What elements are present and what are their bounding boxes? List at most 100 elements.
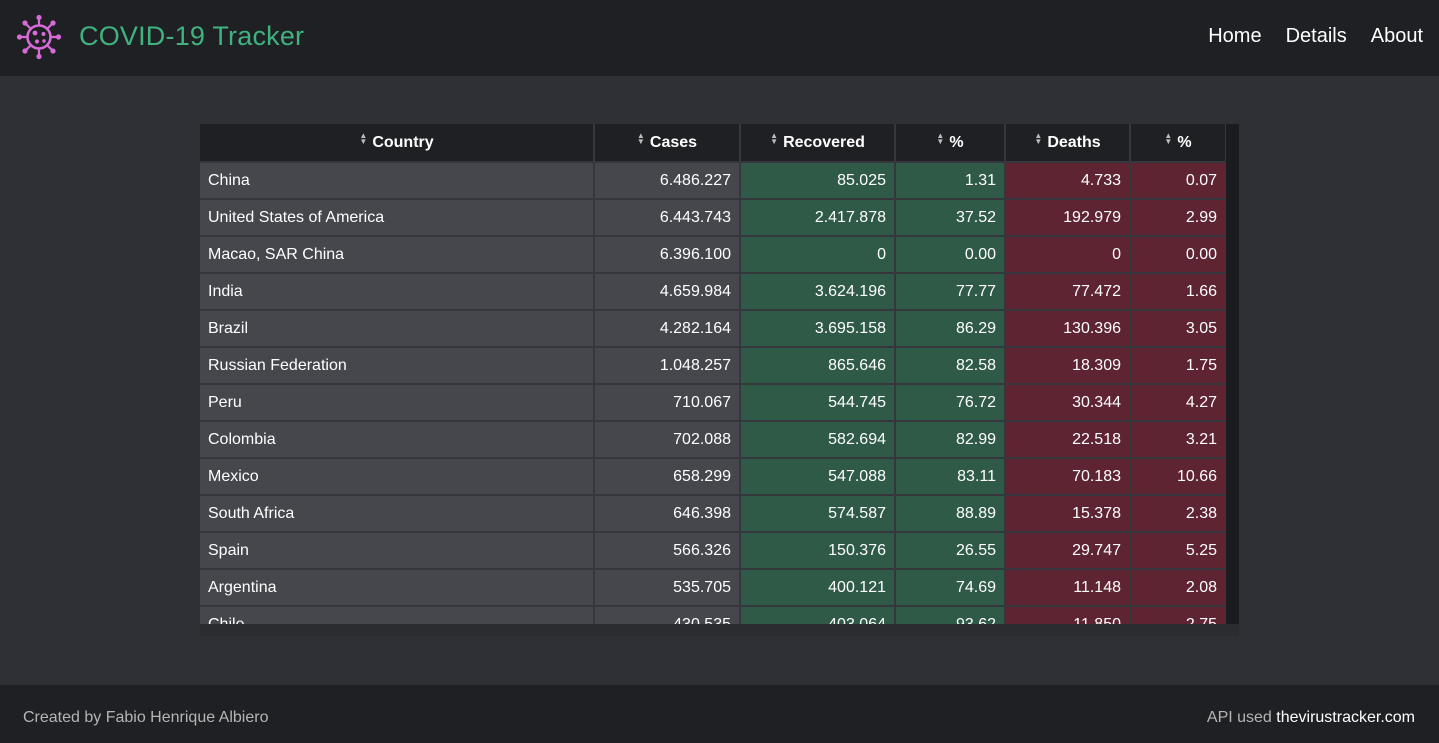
covid-table-container: ▲ ▼ Country ▲ ▼ Cases ▲ ▼ Recovered ▲ ▼% ▲ ▼ Deat…	[200, 124, 1239, 636]
cell-deaths-percent: 2.38	[1130, 495, 1226, 533]
cell-deaths: 11.850	[1005, 606, 1131, 624]
cell-recovered: 403.064	[740, 606, 896, 624]
footer-credit: Created by Fabio Henrique Albiero	[23, 709, 269, 726]
covid-stats-table: ▲ ▼ Country ▲ ▼ Cases ▲ ▼ Recovered ▲ ▼% ▲ ▼ Deat…	[200, 124, 1226, 624]
table-scroll-area[interactable]: ▲ ▼ Country ▲ ▼ Cases ▲ ▼ Recovered ▲ ▼% ▲ ▼ Deat…	[200, 124, 1226, 624]
cell-cases: 6.443.743	[594, 199, 741, 237]
cell-country: Spain	[200, 532, 595, 570]
table-row[interactable]: China 6.486.227 85.025 1.31 4.733 0.07	[200, 162, 1226, 200]
cell-recovered: 547.088	[740, 458, 896, 496]
top-navbar: COVID-19 Tracker Home Details About	[0, 0, 1439, 76]
cell-deaths-percent: 2.08	[1130, 569, 1226, 607]
table-row[interactable]: United States of America 6.443.743 2.417.8…	[200, 199, 1226, 237]
table-row[interactable]: Spain 566.326 150.376 26.55 29.747 5.25	[200, 532, 1226, 570]
sort-icon: ▲ ▼	[770, 131, 778, 146]
cell-cases: 702.088	[594, 421, 741, 459]
cell-recovered-percent: 82.99	[895, 421, 1006, 459]
cell-cases: 646.398	[594, 495, 741, 533]
page-footer: Created by Fabio Henrique Albiero API us…	[0, 685, 1439, 743]
cell-country: Chile	[200, 606, 595, 624]
sort-icon: ▲ ▼	[359, 131, 368, 146]
footer-api-link[interactable]: thevirustracker.com	[1276, 709, 1415, 726]
cell-country: United States of America	[200, 199, 595, 237]
cell-recovered: 400.121	[740, 569, 896, 607]
column-header-country[interactable]: ▲ ▼ Country	[200, 124, 595, 163]
cell-recovered: 85.025	[740, 162, 896, 200]
nav-home-link[interactable]: Home	[1208, 22, 1261, 50]
cell-recovered-percent: 86.29	[895, 310, 1006, 348]
cell-deaths: 11.148	[1005, 569, 1131, 607]
cell-country: Russian Federation	[200, 347, 595, 385]
table-row[interactable]: Argentina 535.705 400.121 74.69 11.148 2.08	[200, 569, 1226, 607]
column-header-recovered[interactable]: ▲ ▼ Recovered	[740, 124, 896, 163]
brand-title[interactable]: COVID-19 Tracker	[79, 20, 304, 52]
nav-details-link[interactable]: Details	[1286, 22, 1347, 50]
cell-country: China	[200, 162, 595, 200]
cell-recovered-percent: 88.89	[895, 495, 1006, 533]
cell-deaths-percent: 5.25	[1130, 532, 1226, 570]
cell-recovered: 150.376	[740, 532, 896, 570]
column-header-deaths[interactable]: ▲ ▼ Deaths	[1005, 124, 1131, 163]
cell-recovered-percent: 74.69	[895, 569, 1006, 607]
cell-deaths: 0	[1005, 236, 1131, 274]
vertical-scrollbar[interactable]	[1226, 124, 1239, 636]
cell-cases: 535.705	[594, 569, 741, 607]
cell-deaths: 22.518	[1005, 421, 1131, 459]
cell-deaths-percent: 10.66	[1130, 458, 1226, 496]
cell-cases: 566.326	[594, 532, 741, 570]
cell-deaths-percent: 1.66	[1130, 273, 1226, 311]
cell-cases: 430.535	[594, 606, 741, 624]
cell-deaths: 77.472	[1005, 273, 1131, 311]
cell-recovered-percent: 37.52	[895, 199, 1006, 237]
footer-api-info: API used thevirustracker.com	[1207, 709, 1415, 727]
column-header-cases[interactable]: ▲ ▼ Cases	[594, 124, 741, 163]
sort-icon: ▲ ▼	[936, 131, 945, 146]
horizontal-scrollbar[interactable]	[200, 624, 1239, 636]
cell-cases: 4.659.984	[594, 273, 741, 311]
cell-country: Mexico	[200, 458, 595, 496]
cell-recovered: 865.646	[740, 347, 896, 385]
column-header-deaths-percent[interactable]: ▲ ▼%	[1130, 124, 1226, 163]
nav-about-link[interactable]: About	[1371, 22, 1423, 50]
table-row[interactable]: Brazil 4.282.164 3.695.158 86.29 130.396 3.05	[200, 310, 1226, 348]
footer-api-label: API used	[1206, 709, 1272, 726]
cell-deaths: 15.378	[1005, 495, 1131, 533]
sort-icon: ▲ ▼	[1034, 131, 1043, 146]
table-header-row: ▲ ▼ Country ▲ ▼ Cases ▲ ▼ Recovered ▲ ▼% ▲ ▼ Deat…	[200, 124, 1226, 163]
cell-deaths-percent: 1.75	[1130, 347, 1226, 385]
cell-deaths: 30.344	[1005, 384, 1131, 422]
cell-recovered: 582.694	[740, 421, 896, 459]
table-row[interactable]: Russian Federation 1.048.257 865.646 82.58 1…	[200, 347, 1226, 385]
cell-cases: 6.396.100	[594, 236, 741, 274]
cell-recovered-percent: 1.31	[895, 162, 1006, 200]
cell-recovered: 544.745	[740, 384, 896, 422]
cell-deaths-percent: 3.05	[1130, 310, 1226, 348]
cell-recovered: 0	[740, 236, 896, 274]
cell-recovered-percent: 83.11	[895, 458, 1006, 496]
cell-recovered-percent: 76.72	[895, 384, 1006, 422]
cell-recovered: 3.695.158	[740, 310, 896, 348]
main-nav: Home Details About	[1208, 22, 1423, 50]
table-row[interactable]: Chile 430.535 403.064 93.62 11.850 2.75	[200, 606, 1226, 624]
table-row[interactable]: Mexico 658.299 547.088 83.11 70.183 10.66	[200, 458, 1226, 496]
cell-country: Macao, SAR China	[200, 236, 595, 274]
cell-country: South Africa	[200, 495, 595, 533]
cell-deaths: 29.747	[1005, 532, 1131, 570]
table-row[interactable]: Colombia 702.088 582.694 82.99 22.518 3.21	[200, 421, 1226, 459]
cell-cases: 710.067	[594, 384, 741, 422]
cell-country: Colombia	[200, 421, 595, 459]
virus-icon[interactable]	[16, 14, 62, 60]
cell-cases: 4.282.164	[594, 310, 741, 348]
cell-cases: 1.048.257	[594, 347, 741, 385]
cell-recovered: 2.417.878	[740, 199, 896, 237]
table-row[interactable]: Peru 710.067 544.745 76.72 30.344 4.27	[200, 384, 1226, 422]
table-row[interactable]: South Africa 646.398 574.587 88.89 15.378 2.3…	[200, 495, 1226, 533]
table-row[interactable]: India 4.659.984 3.624.196 77.77 77.472 1.66	[200, 273, 1226, 311]
cell-recovered: 574.587	[740, 495, 896, 533]
cell-deaths: 130.396	[1005, 310, 1131, 348]
column-header-recovered-percent[interactable]: ▲ ▼%	[895, 124, 1006, 163]
table-row[interactable]: Macao, SAR China 6.396.100 0 0.00 0 0.00	[200, 236, 1226, 274]
sort-icon: ▲ ▼	[636, 131, 645, 146]
cell-recovered-percent: 93.62	[895, 606, 1006, 624]
cell-deaths-percent: 2.75	[1130, 606, 1226, 624]
